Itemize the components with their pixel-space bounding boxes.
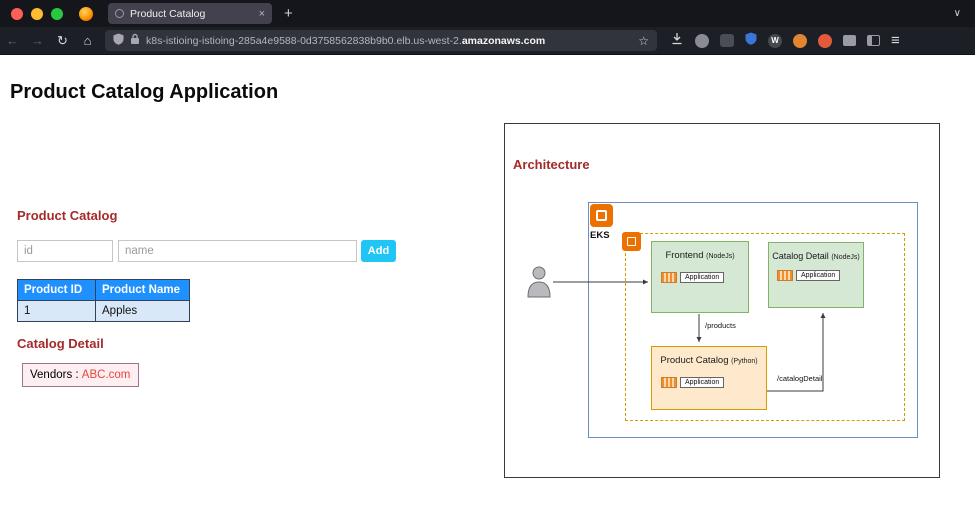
home-button[interactable]: ⌂ — [75, 33, 100, 48]
namespace-icon — [622, 232, 641, 251]
frontend-runtime: (NodeJs) — [706, 253, 735, 260]
product-catalog-heading: Product Catalog — [17, 208, 118, 223]
maximize-window-button[interactable] — [51, 7, 63, 20]
extension-red-icon[interactable] — [818, 33, 832, 48]
frontend-app-chip: Application — [661, 272, 748, 283]
product-table: Product ID Product Name 1 Apples — [17, 279, 190, 322]
back-button[interactable]: ← — [0, 33, 25, 48]
catalog-detail-runtime: (NodeJs) — [831, 254, 860, 261]
container-stripes-icon — [661, 377, 677, 388]
eks-label: EKS — [590, 230, 610, 241]
url-bar[interactable]: k8s-istioing-istioing-285a4e9588-0d37585… — [105, 30, 657, 51]
product-id-input[interactable] — [17, 240, 113, 262]
tab-favicon-icon — [115, 9, 124, 18]
browser-window: Product Catalog × + ∨ ← → ↻ ⌂ k8s-istioi… — [0, 0, 975, 522]
screenshot-tool-icon[interactable] — [720, 34, 734, 47]
url-domain: amazonaws.com — [461, 34, 546, 47]
architecture-panel: Architecture EKS Frontend (NodeJs) Appli… — [504, 123, 940, 478]
product-catalog-app-chip: Application — [661, 377, 766, 388]
application-chip-label: Application — [680, 272, 725, 283]
url-subdomain: k8s-istioing-istioing-285a4e9588-0d37585… — [146, 34, 462, 47]
column-header-product-id: Product ID — [17, 279, 96, 301]
page-title: Product Catalog Application — [10, 81, 279, 103]
page-content: Product Catalog Application Product Cata… — [0, 55, 975, 522]
catalog-detail-heading: Catalog Detail — [17, 336, 104, 351]
browser-tab[interactable]: Product Catalog × — [108, 3, 272, 24]
container-stripes-icon — [777, 270, 793, 281]
firefox-icon — [79, 6, 93, 21]
new-tab-button[interactable]: + — [284, 6, 293, 21]
application-chip-label: Application — [796, 270, 841, 281]
add-button[interactable]: Add — [361, 240, 396, 262]
user-icon — [527, 266, 551, 298]
product-catalog-node-title: Product Catalog (Python) — [652, 355, 766, 366]
forward-button[interactable]: → — [25, 33, 50, 48]
product-catalog-title: Product Catalog — [660, 355, 729, 366]
vendors-label: Vendors : — [30, 369, 79, 381]
download-icon[interactable] — [670, 32, 684, 50]
catalog-detail-app-chip: Application — [777, 270, 863, 281]
namespace-glyph — [627, 237, 636, 246]
minimize-window-button[interactable] — [31, 7, 43, 20]
vendor-value: ABC.com — [81, 369, 131, 381]
lock-icon[interactable] — [130, 32, 140, 50]
architecture-diagram: EKS Frontend (NodeJs) Application Catalo… — [505, 124, 939, 477]
sidebar-icon[interactable] — [867, 35, 880, 46]
catalog-detail-edge-label: /catalogDetail — [777, 374, 823, 383]
close-window-button[interactable] — [11, 7, 23, 20]
container-stripes-icon — [661, 272, 677, 283]
eks-glyph — [596, 210, 607, 221]
password-manager-shield-icon[interactable] — [745, 32, 757, 50]
catalog-detail-node: Catalog Detail (NodeJs) Application — [768, 242, 864, 308]
tracking-shield-icon[interactable] — [113, 32, 124, 50]
column-header-product-name: Product Name — [95, 279, 190, 301]
product-catalog-runtime: (Python) — [731, 358, 758, 365]
product-catalog-node: Product Catalog (Python) Application — [651, 346, 767, 410]
cell-product-id: 1 — [17, 300, 96, 322]
bookmark-star-icon[interactable]: ☆ — [638, 34, 649, 48]
frontend-title: Frontend — [665, 250, 704, 261]
pocket-icon[interactable] — [695, 33, 709, 48]
extension-orange-icon[interactable] — [793, 33, 807, 48]
application-chip-label: Application — [680, 377, 725, 388]
table-header-row: Product ID Product Name — [17, 279, 190, 301]
url-text: k8s-istioing-istioing-285a4e9588-0d37585… — [146, 35, 632, 47]
cell-product-name: Apples — [95, 300, 190, 322]
eks-icon — [590, 204, 613, 227]
macos-traffic-lights — [11, 7, 63, 20]
browser-titlebar: Product Catalog × + ∨ — [0, 0, 975, 27]
reload-button[interactable]: ↻ — [50, 33, 75, 49]
menu-icon[interactable]: ≡ — [891, 33, 900, 48]
wikipedia-extension-icon[interactable]: W — [768, 33, 782, 48]
products-edge-label: /products — [705, 321, 736, 330]
navbar-right-icons: W ≡ — [670, 32, 900, 50]
vendor-box: Vendors : ABC.com — [22, 363, 139, 387]
product-name-input[interactable] — [118, 240, 357, 262]
frontend-node-title: Frontend (NodeJs) — [652, 250, 748, 261]
catalog-detail-node-title: Catalog Detail (NodeJs) — [769, 251, 863, 261]
browser-navbar: ← → ↻ ⌂ k8s-istioing-istioing-285a4e9588… — [0, 27, 975, 55]
all-tabs-chevron-icon[interactable]: ∨ — [954, 8, 961, 19]
wallet-extension-icon[interactable] — [843, 35, 856, 46]
table-row: 1 Apples — [17, 300, 190, 322]
tab-title: Product Catalog — [130, 7, 206, 20]
catalog-detail-title: Catalog Detail — [772, 251, 829, 261]
tab-close-icon[interactable]: × — [259, 8, 265, 20]
frontend-node: Frontend (NodeJs) Application — [651, 241, 749, 313]
